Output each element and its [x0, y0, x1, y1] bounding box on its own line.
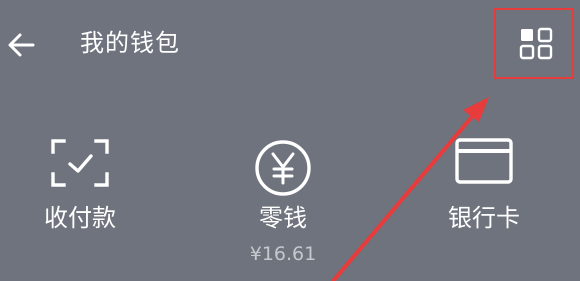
arrow-left-icon [8, 33, 35, 57]
bank-card-label: 银行卡 [448, 204, 520, 232]
change-balance-amount: ¥16.61 [249, 243, 317, 265]
wallet-actions: 收付款 零钱 ¥16.61 银行卡 [0, 130, 580, 281]
yen-circle-icon [255, 140, 311, 196]
change-balance-button[interactable]: 零钱 ¥16.61 [208, 130, 358, 281]
grid-icon [519, 27, 553, 60]
scan-check-icon [51, 139, 109, 187]
more-menu-button[interactable] [518, 27, 558, 61]
pay-receive-button[interactable]: 收付款 [5, 130, 155, 281]
card-icon [455, 138, 513, 184]
page-title: 我的钱包 [80, 29, 180, 57]
change-label: 零钱 [259, 204, 307, 232]
pay-receive-label: 收付款 [44, 204, 116, 232]
back-button[interactable] [6, 30, 36, 60]
bank-card-button[interactable]: 银行卡 [409, 130, 559, 281]
top-bar: 我的钱包 [0, 0, 580, 88]
